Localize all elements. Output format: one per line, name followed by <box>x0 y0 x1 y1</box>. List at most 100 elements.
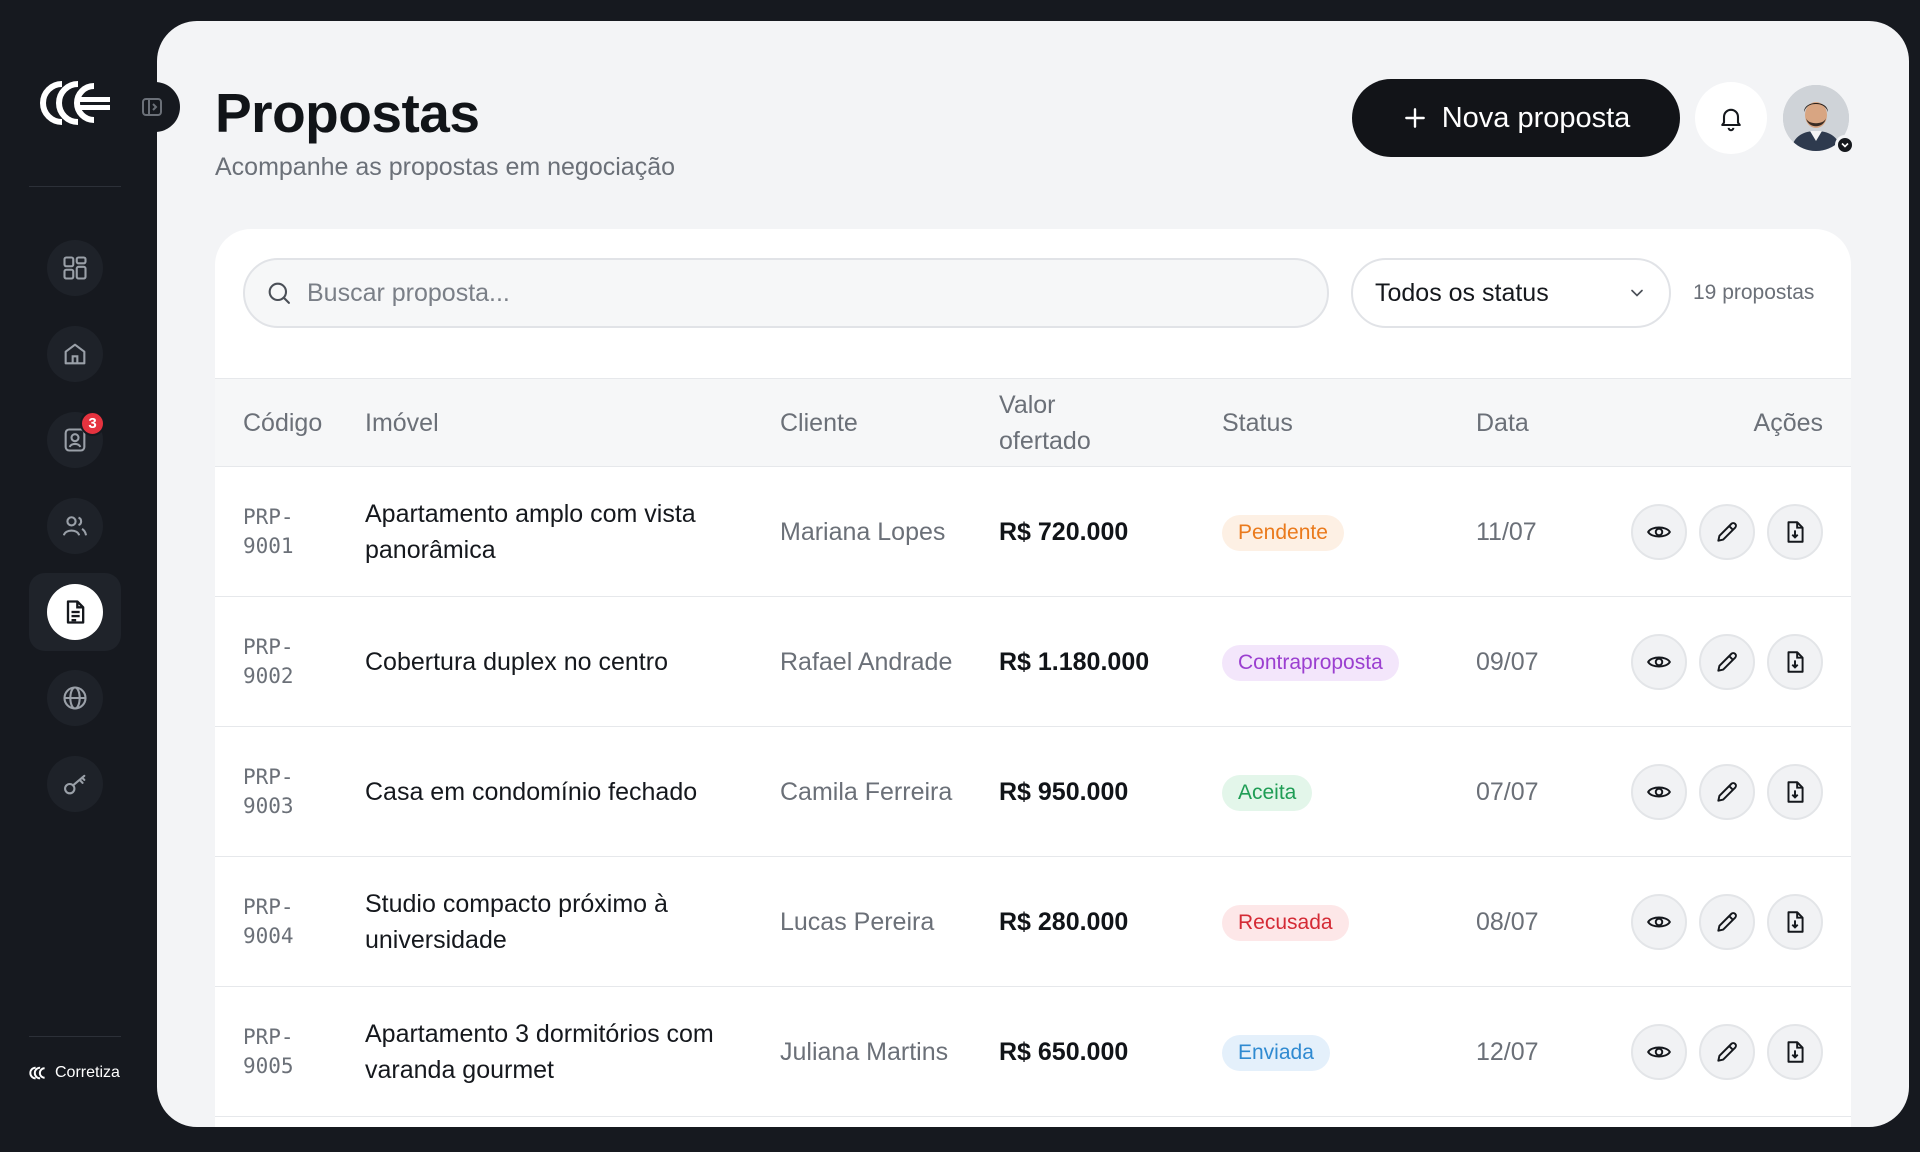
cell-status: Contraproposta <box>1222 597 1476 727</box>
status-filter-select[interactable]: Todos os status <box>1351 258 1671 328</box>
search-field[interactable] <box>243 258 1329 328</box>
document-icon <box>66 600 85 624</box>
cell-date: 09/07 <box>1476 597 1604 727</box>
user-avatar[interactable] <box>1783 85 1855 155</box>
view-button[interactable] <box>1631 763 1687 820</box>
view-button[interactable] <box>1631 1023 1687 1080</box>
download-button[interactable] <box>1767 893 1823 950</box>
sidebar-item-globe[interactable] <box>29 659 121 737</box>
plus-icon <box>1404 108 1425 128</box>
page-title: Propostas <box>215 82 480 144</box>
edit-button[interactable] <box>1699 1023 1755 1080</box>
table-row[interactable]: PRP-9002 Cobertura duplex no centro Rafa… <box>215 597 1851 727</box>
client-name: Camila Ferreira <box>780 777 953 806</box>
file-download-icon <box>1787 520 1804 543</box>
cell-property: Cobertura duplex no centro <box>365 597 780 727</box>
cell-property: Casa em condomínio fechado <box>365 727 780 857</box>
proposal-date: 08/07 <box>1476 907 1539 936</box>
sidebar: 3 Corretiza <box>0 0 180 1152</box>
column-header-actions: Ações <box>1753 408 1823 437</box>
column-header-value-label: Valor ofertado <box>999 390 1091 455</box>
cell-client: Lucas Pereira <box>780 857 999 987</box>
sidebar-divider-bottom <box>29 1036 121 1037</box>
download-button[interactable] <box>1767 503 1823 560</box>
column-header-date[interactable]: Data <box>1476 379 1604 467</box>
home-icon <box>64 343 86 365</box>
cell-code: PRP-9005 <box>215 987 365 1117</box>
cell-client: Juliana Martins <box>780 987 999 1117</box>
cell-date: 12/07 <box>1476 987 1604 1117</box>
page-subtitle: Acompanhe as propostas em negociação <box>215 153 676 181</box>
chevron-down-icon <box>1841 142 1849 148</box>
sidebar-item-contacts[interactable]: 3 <box>29 401 121 479</box>
search-input[interactable] <box>307 278 1267 308</box>
proposal-date: 09/07 <box>1476 647 1539 676</box>
brand-footer: Corretiza <box>27 1064 120 1082</box>
column-header-client[interactable]: Cliente <box>780 379 999 467</box>
cell-property: Apartamento amplo com vista panorâmica <box>365 467 780 597</box>
proposal-code: PRP-9005 <box>243 1024 294 1078</box>
status-badge: Enviada <box>1222 1034 1330 1071</box>
status-badge: Contraproposta <box>1222 644 1399 681</box>
sidebar-item-users[interactable] <box>29 487 121 565</box>
proposal-code: PRP-9002 <box>243 634 294 688</box>
column-header-code[interactable]: Código <box>215 379 365 467</box>
search-icon <box>268 282 290 304</box>
table-row[interactable]: PRP-9004 Studio compacto próximo à unive… <box>215 857 1851 987</box>
new-proposal-button[interactable]: Nova proposta <box>1352 79 1680 157</box>
cell-value: R$ 1.180.000 <box>999 597 1222 727</box>
cell-value: R$ 950.000 <box>999 727 1222 857</box>
table-row[interactable]: PRP-9005 Apartamento 3 dormitórios com v… <box>215 987 1851 1117</box>
cell-actions <box>1604 597 1851 727</box>
sidebar-item-home[interactable] <box>29 315 121 393</box>
download-button[interactable] <box>1767 763 1823 820</box>
brand-logo[interactable] <box>36 78 112 128</box>
cell-client: Mariana Lopes <box>780 467 999 597</box>
notifications-button[interactable] <box>1695 82 1767 154</box>
dashboard-grid-icon <box>63 256 87 280</box>
new-proposal-label: Nova proposta <box>1441 101 1631 134</box>
cell-status: Enviada <box>1222 987 1476 1117</box>
property-name: Casa em condomínio fechado <box>365 777 698 806</box>
download-button[interactable] <box>1767 1023 1823 1080</box>
pencil-icon <box>1717 521 1737 542</box>
proposal-date: 07/07 <box>1476 777 1539 806</box>
cell-client: Rafael Andrade <box>780 597 999 727</box>
property-name: Apartamento amplo com vista panorâmica <box>365 499 696 564</box>
column-header-property[interactable]: Imóvel <box>365 379 780 467</box>
sidebar-item-dashboard[interactable] <box>29 229 121 307</box>
property-name: Cobertura duplex no centro <box>365 647 668 676</box>
key-icon <box>64 774 86 795</box>
client-name: Juliana Martins <box>780 1037 949 1066</box>
cell-status: Aceita <box>1222 727 1476 857</box>
cell-actions <box>1604 727 1851 857</box>
column-header-value[interactable]: Valor ofertado <box>999 379 1222 467</box>
view-button[interactable] <box>1631 633 1687 690</box>
sidebar-item-key[interactable] <box>29 745 121 823</box>
cell-date: 11/07 <box>1476 467 1604 597</box>
cell-actions <box>1604 467 1851 597</box>
download-button[interactable] <box>1767 633 1823 690</box>
proposal-code: PRP-9004 <box>243 894 294 948</box>
edit-button[interactable] <box>1699 893 1755 950</box>
property-name: Apartamento 3 dormitórios com varanda go… <box>365 1019 714 1084</box>
pencil-icon <box>1717 781 1737 802</box>
sidebar-item-proposals[interactable] <box>29 573 121 651</box>
edit-button[interactable] <box>1699 763 1755 820</box>
table-row[interactable]: PRP-9001 Apartamento amplo com vista pan… <box>215 467 1851 597</box>
pencil-icon <box>1717 651 1737 672</box>
status-badge: Aceita <box>1222 774 1313 811</box>
view-button[interactable] <box>1631 503 1687 560</box>
table-header-row: Código Imóvel Cliente Valor ofertado Sta… <box>215 378 1851 467</box>
eye-icon <box>1647 526 1671 537</box>
client-name: Rafael Andrade <box>780 647 953 676</box>
edit-button[interactable] <box>1699 503 1755 560</box>
file-download-icon <box>1787 780 1804 803</box>
property-name: Studio compacto próximo à universidade <box>365 889 668 954</box>
view-button[interactable] <box>1631 893 1687 950</box>
table-row[interactable]: PRP-9003 Casa em condomínio fechado Cami… <box>215 727 1851 857</box>
column-header-status[interactable]: Status <box>1222 379 1476 467</box>
file-download-icon <box>1787 650 1804 673</box>
edit-button[interactable] <box>1699 633 1755 690</box>
proposals-table: Código Imóvel Cliente Valor ofertado Sta… <box>215 378 1851 1117</box>
